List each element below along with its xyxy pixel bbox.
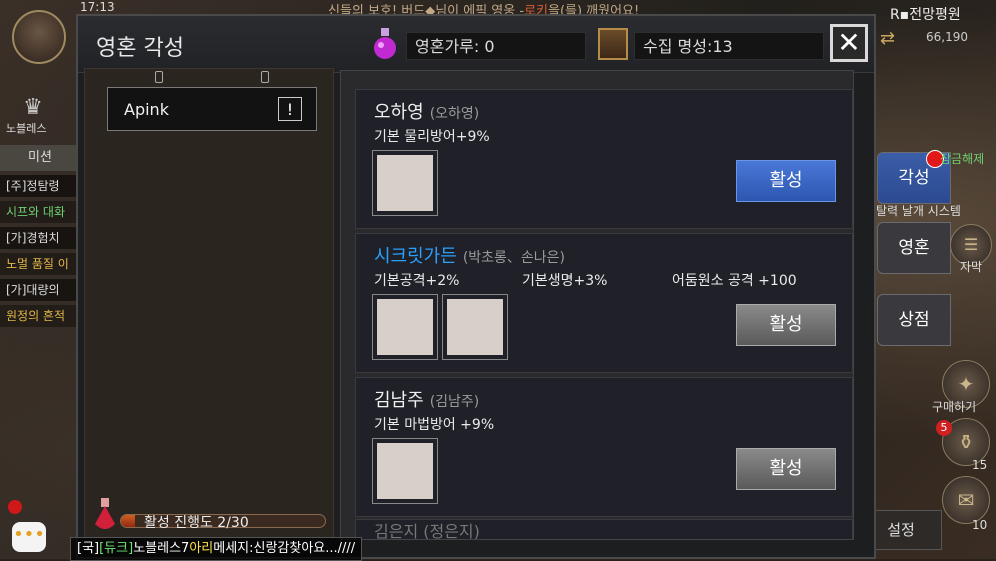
crown-icon[interactable]: ♛ [16, 95, 50, 123]
red-potion-icon [95, 498, 115, 529]
hook-icon [155, 71, 163, 83]
chat-button[interactable]: ••• [12, 522, 46, 552]
region-name: R▪전망평원 [890, 7, 961, 23]
stat-bonus: 기본 마법방어 +9% [374, 417, 495, 433]
group-list-panel: Apink ! [84, 68, 334, 538]
member-photo[interactable] [442, 294, 508, 360]
hook-icon [261, 71, 269, 83]
shop-button[interactable]: 상점 [877, 294, 951, 346]
stat-bonus: 어둠원소 공격 +100 [672, 273, 797, 289]
activate-button[interactable]: 활성 [736, 160, 836, 202]
awaken-card: 오하영 (오하영) 기본 물리방어+9% 활성 [355, 89, 853, 229]
soul-button[interactable]: 영혼 [877, 222, 951, 274]
guild-name: 노블레스 [6, 122, 47, 135]
collection-fame-display: 수집 명성:13 [634, 32, 824, 60]
card-collection-icon [598, 28, 628, 60]
progress-fill [121, 515, 135, 527]
card-members: (오하영) [429, 106, 480, 122]
portrait-image [377, 155, 433, 211]
tab-mission[interactable]: 미션 [0, 145, 80, 171]
unlock-label: 잠금해제 [940, 152, 985, 166]
quest-item[interactable]: 원정의 흔적 [0, 305, 86, 327]
member-photo[interactable] [372, 294, 438, 360]
subtitle-label: 자막 [960, 260, 983, 274]
card-members: (박초롱、손나은) [462, 250, 566, 266]
item-count: 15 [972, 458, 988, 472]
dialog-title: 영혼 각성 [96, 36, 184, 61]
activate-button[interactable]: 활성 [736, 448, 836, 490]
stat-bonus: 기본공격+2% [374, 273, 460, 289]
scroll-icon[interactable]: ✉ [942, 476, 990, 524]
potion-icon [374, 28, 396, 59]
group-name: Apink [124, 100, 169, 119]
quest-item[interactable]: 노멀 품질 이 [0, 253, 86, 275]
group-item-apink[interactable]: Apink ! [107, 87, 317, 131]
alert-icon[interactable]: ! [278, 97, 302, 121]
dialog-header: 영혼 각성 영혼가루: 0 수집 명성:13 ✕ [78, 16, 874, 73]
soul-powder-display: 영혼가루: 0 [406, 32, 586, 60]
card-name: 김남주 (김남주) [374, 390, 480, 411]
chat-line[interactable]: [국][듀크]노블레스7아리메세지:신랑감찾아요...//// [70, 537, 363, 561]
quest-item[interactable]: [주]정탐령 [0, 175, 86, 197]
soul-awaken-dialog: 영혼 각성 영혼가루: 0 수집 명성:13 ✕ Apink ! 활성 진행도 … [76, 14, 876, 559]
coordinates: 66,190 [926, 30, 968, 44]
purchase-label: 구매하기 [932, 400, 977, 414]
quest-item[interactable]: [가]경험치 [0, 227, 86, 249]
close-button[interactable]: ✕ [830, 24, 868, 62]
list-item[interactable]: 김은지 (정은지) [355, 519, 853, 540]
progress-label: 활성 진행도 2/30 [144, 515, 249, 531]
activation-progress: 활성 진행도 2/30 [84, 496, 334, 536]
settings-label: 설정 [887, 521, 915, 539]
portrait-image [377, 443, 433, 499]
item-count-2: 10 [972, 518, 988, 532]
member-photo[interactable] [372, 150, 438, 216]
portrait-image [447, 299, 503, 355]
portrait-image [377, 299, 433, 355]
card-name: 오하영 (오하영) [374, 102, 480, 123]
wing-system-label: 탈력 날개 시스템 [876, 204, 961, 218]
record-dot [8, 500, 22, 514]
awaken-card: 김남주 (김남주) 기본 마법방어 +9% 활성 [355, 377, 853, 517]
player-portrait[interactable] [12, 10, 66, 64]
member-photo[interactable] [372, 438, 438, 504]
stat-bonus: 기본 물리방어+9% [374, 129, 490, 145]
activate-button[interactable]: 활성 [736, 304, 836, 346]
peek-name: 김은지 (정은지) [374, 522, 480, 540]
count-badge: 5 [936, 420, 952, 436]
quest-item[interactable]: [가]대량의 [0, 279, 86, 301]
stat-bonus: 기본생명+3% [522, 273, 608, 289]
card-members: (김남주) [429, 394, 480, 410]
card-name: 시크릿가든 (박초롱、손나은) [374, 246, 566, 267]
swap-icon[interactable]: ⇄ [880, 28, 902, 49]
awaken-card: 시크릿가든 (박초롱、손나은) 기본공격+2% 기본생명+3% 어둠원소 공격 +100… [355, 233, 853, 373]
awaken-card-list: 오하영 (오하영) 기본 물리방어+9% 활성 시크릿가든 (박초롱、손나은) 기본공격+2… [340, 70, 854, 540]
quest-item[interactable]: 시프와 대화 [0, 201, 86, 223]
clock: 17:13 [80, 0, 115, 14]
